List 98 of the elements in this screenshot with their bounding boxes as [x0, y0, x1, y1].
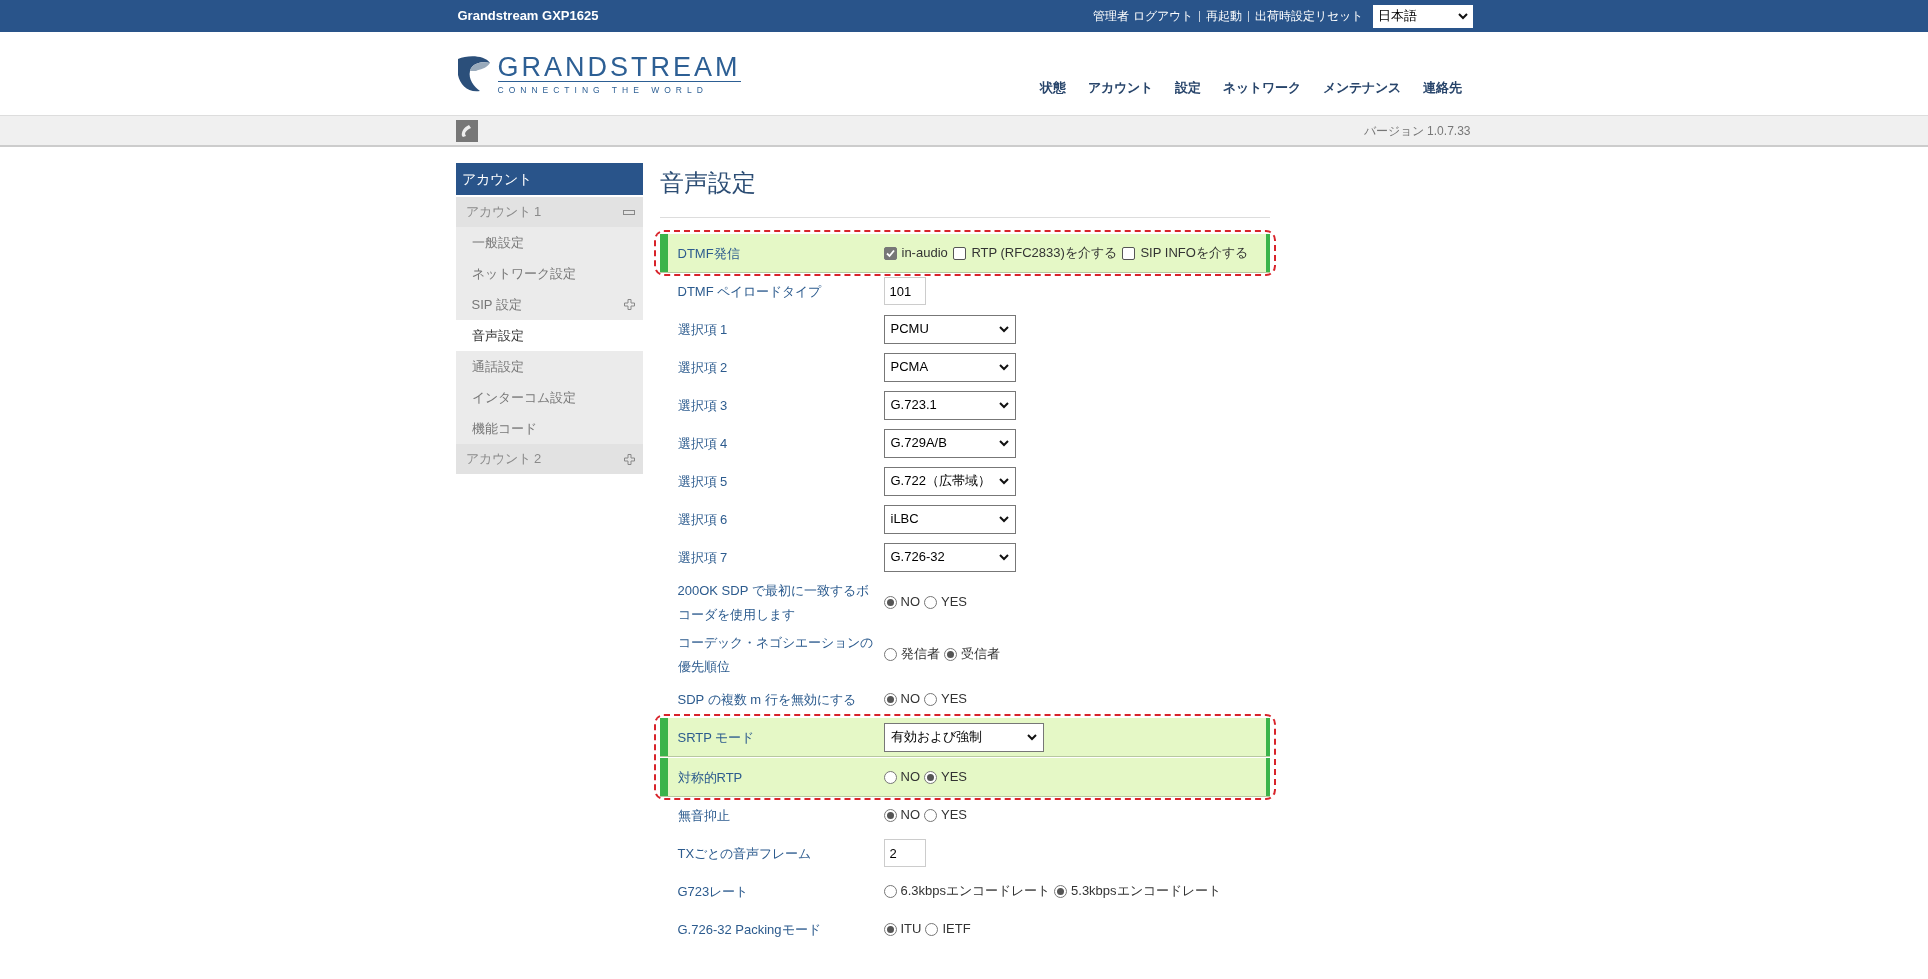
radio-button[interactable] [924, 808, 937, 822]
setting-label: 200OK SDP で最初に一致するボコーダを使用します [677, 583, 869, 622]
codec-dropdown[interactable]: iLBC [883, 504, 1016, 534]
chevron-down-icon [998, 553, 1009, 561]
radio-button[interactable] [924, 770, 937, 784]
page-title: 音声設定 [659, 168, 757, 198]
sidebar-item[interactable]: ネットワーク設定 [455, 258, 643, 289]
radio-label: YES [941, 593, 967, 612]
setting-label: 無音抑止 [677, 808, 730, 823]
checkbox[interactable] [953, 247, 967, 261]
checkbox-label: in-audio [901, 245, 948, 260]
setting-label: 対称的RTP [677, 770, 743, 785]
factory-reset-link[interactable]: 出荷時設定リセット [1254, 7, 1363, 25]
checkbox[interactable] [883, 247, 897, 261]
setting-label: 選択項 7 [677, 550, 728, 565]
codec-dropdown[interactable]: G.729A/B [883, 428, 1016, 458]
radio-button[interactable] [883, 884, 897, 898]
setting-label: コーデック・ネゴシエーションの優先順位 [677, 635, 873, 674]
radio-label: YES [941, 690, 967, 709]
sidebar-item[interactable]: 機能コード [455, 413, 643, 444]
radio-button[interactable] [924, 595, 937, 609]
collapse-icon [622, 209, 635, 215]
radio-label: 6.3kbpsエンコードレート [900, 882, 1051, 901]
radio-label: 発信者 [900, 645, 940, 664]
radio-button[interactable] [883, 647, 897, 661]
nav-link[interactable]: メンテナンス [1311, 77, 1412, 97]
chevron-down-icon [998, 477, 1009, 485]
radio-label: YES [941, 768, 967, 787]
radio-label: IETF [942, 920, 971, 939]
setting-label: DTMF発信 [677, 246, 740, 261]
codec-dropdown[interactable]: G.726-32 [883, 542, 1016, 572]
radio-label: NO [900, 806, 920, 825]
radio-button[interactable] [883, 595, 897, 609]
number-field[interactable]: 2 [883, 839, 926, 867]
checkbox[interactable] [1122, 247, 1136, 261]
setting-label: DTMF ペイロードタイプ [677, 284, 822, 299]
logout-link[interactable]: ログアウト [1132, 7, 1193, 25]
radio-label: NO [900, 690, 920, 709]
sidebar-item[interactable]: SIP 設定 [455, 289, 643, 320]
setting-label: TXごとの音声フレーム [677, 846, 812, 861]
nav-link[interactable]: 状態 [1028, 77, 1077, 97]
codec-dropdown[interactable]: PCMU [883, 314, 1016, 344]
radio-button[interactable] [925, 922, 939, 936]
checkbox-label: SIP INFOを介する [1140, 245, 1248, 260]
setting-label: 選択項 2 [677, 360, 728, 375]
radio-label: 受信者 [960, 645, 1000, 664]
radio-button[interactable] [883, 922, 897, 936]
setting-label: SRTP モード [677, 730, 755, 745]
nav-link[interactable]: ネットワーク [1211, 77, 1312, 97]
setting-label: SDP の複数 m 行を無効にする [677, 692, 856, 707]
sidebar-item[interactable]: 一般設定 [455, 227, 643, 258]
sidebar-item[interactable]: 通話設定 [455, 351, 643, 382]
radio-label: NO [900, 768, 920, 787]
user-role: 管理者 [1092, 8, 1129, 25]
setting-label: 選択項 1 [677, 322, 728, 337]
nav-link[interactable]: アカウント [1076, 77, 1164, 97]
radio-button[interactable] [943, 647, 957, 661]
sidebar-item[interactable]: インターコム設定 [455, 382, 643, 413]
radio-label: YES [941, 806, 967, 825]
chevron-down-icon [998, 401, 1009, 409]
expand-icon [623, 299, 635, 310]
expand-icon [623, 453, 635, 465]
phone-icon [455, 119, 478, 142]
chevron-down-icon [998, 439, 1009, 447]
setting-label: 選択項 3 [677, 398, 728, 413]
radio-button[interactable] [883, 770, 897, 784]
setting-label: G.726-32 Packingモード [677, 922, 821, 937]
radio-button[interactable] [1054, 884, 1068, 898]
setting-label: 選択項 6 [677, 512, 728, 527]
logo-tagline: CONNECTING THE WORLD [497, 83, 709, 97]
number-field[interactable]: 101 [883, 277, 926, 305]
codec-dropdown[interactable]: G.723.1 [883, 390, 1016, 420]
codec-dropdown[interactable]: G.722（広帯域） [883, 466, 1016, 496]
radio-label: NO [900, 593, 920, 612]
radio-label: ITU [900, 920, 922, 939]
radio-label: 5.3kbpsエンコードレート [1071, 882, 1221, 901]
product-name: Grandstream GXP1625 [456, 7, 599, 26]
language-dropdown[interactable]: 日本語 [1372, 4, 1473, 28]
chevron-down-icon [1457, 12, 1468, 20]
setting-label: 選択項 4 [677, 436, 728, 451]
nav-link[interactable]: 連絡先 [1411, 77, 1473, 97]
chevron-down-icon [1026, 733, 1037, 741]
radio-button[interactable] [883, 808, 897, 822]
codec-dropdown[interactable]: PCMA [883, 352, 1016, 382]
sidebar-header: アカウント [455, 163, 643, 197]
setting-label: G723レート [677, 884, 749, 899]
checkbox-label: RTP (RFC2833)を介する [971, 245, 1117, 260]
reboot-link[interactable]: 再起動 [1205, 7, 1242, 25]
logo-wordmark: GRANDSTREAM [497, 52, 741, 82]
codec-dropdown[interactable]: 有効および強制 [883, 722, 1044, 752]
nav-link[interactable]: 設定 [1163, 77, 1212, 97]
radio-button[interactable] [924, 692, 937, 706]
version-text: バージョン 1.0.7.33 [1363, 122, 1472, 140]
chevron-down-icon [998, 363, 1009, 371]
radio-button[interactable] [883, 692, 897, 706]
setting-label: 選択項 5 [677, 474, 728, 489]
chevron-down-icon [998, 325, 1009, 333]
chevron-down-icon [998, 515, 1009, 523]
